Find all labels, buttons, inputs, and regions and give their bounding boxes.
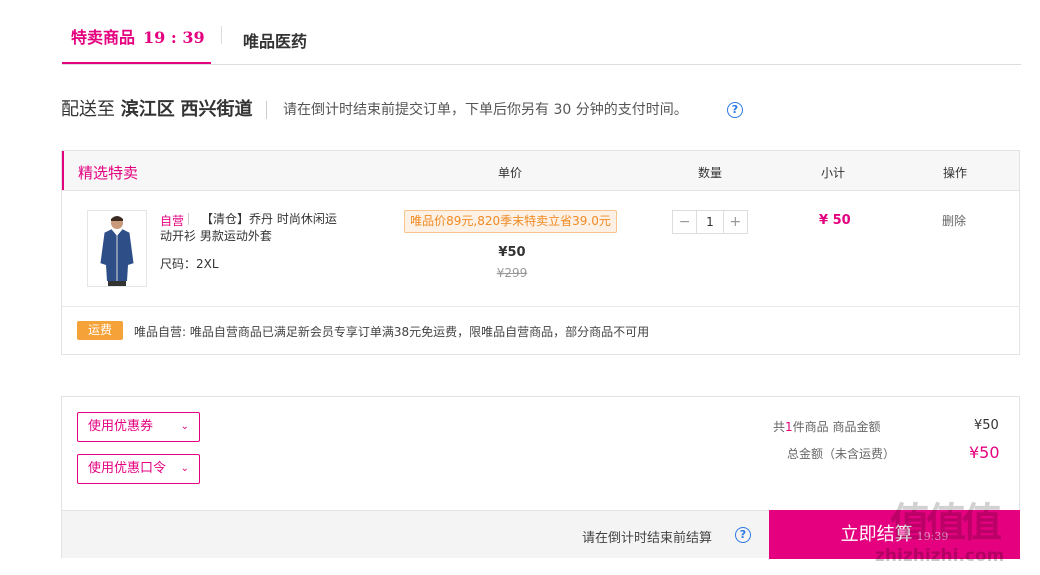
shipping-info: 唯品自营: 唯品自营商品已满足新会员专享订单满38元免运费，限唯品自营商品，部分… — [134, 325, 650, 339]
quantity-stepper: − 1 + — [672, 210, 748, 234]
item-count: 1 — [785, 420, 793, 434]
address-divider — [266, 101, 267, 119]
section-accent-bar — [62, 151, 64, 190]
quantity-minus-button[interactable]: − — [673, 211, 698, 233]
chevron-down-icon: ⌄ — [180, 421, 189, 432]
cart-table: 精选特卖 单价 数量 小计 操作 自营 【清仓】乔丹 时尚休闲运 动开衫 男款运… — [61, 150, 1020, 355]
goods-amount: ¥50 — [974, 418, 999, 433]
total-label: 总金额（未含运费） — [787, 447, 896, 461]
count-prefix: 共 — [773, 420, 786, 434]
col-unit-price: 单价 — [498, 166, 523, 180]
help-icon[interactable]: ? — [727, 102, 743, 118]
quantity-plus-button[interactable]: + — [722, 211, 747, 233]
item-subtotal: ¥ 50 — [819, 213, 851, 228]
unit-price: ¥50 — [498, 245, 526, 260]
help-icon[interactable]: ? — [735, 527, 751, 543]
coupon-dropdown-label: 使用优惠券 — [88, 419, 154, 434]
col-quantity: 数量 — [698, 166, 723, 180]
cart-header: 精选特卖 单价 数量 小计 操作 — [62, 151, 1019, 191]
order-deadline-tip: 请在倒计时结束前提交订单，下单后你另有 30 分钟的支付时间。 — [283, 102, 688, 118]
quantity-input[interactable]: 1 — [697, 211, 722, 233]
delivery-address: 配送至 滨江区 西兴街道 — [61, 98, 252, 122]
section-title: 精选特卖 — [78, 164, 139, 182]
total-amount: ¥50 — [969, 443, 1000, 462]
checkout-tip: 请在倒计时结束前结算 — [582, 531, 713, 546]
promo-code-dropdown[interactable]: 使用优惠口令 ⌄ — [77, 454, 200, 484]
order-summary: 使用优惠券 ⌄ 使用优惠口令 ⌄ 共1件商品 商品金额 ¥50 总金额（未含运费… — [61, 396, 1020, 559]
tab-underline — [62, 64, 1021, 65]
col-subtotal: 小计 — [821, 166, 846, 180]
address-prefix: 配送至 — [61, 99, 115, 120]
product-image — [88, 211, 146, 286]
cart-divider — [62, 306, 1019, 307]
product-name-line1[interactable]: 【清仓】乔丹 时尚休闲运 — [201, 211, 401, 227]
col-action: 操作 — [943, 166, 968, 180]
countdown-timer: 19 : 39 — [143, 28, 205, 47]
product-size: 尺码：2XL — [160, 257, 219, 271]
item-count-label: 共1件商品 商品金额 — [773, 418, 880, 435]
coupon-dropdown[interactable]: 使用优惠券 ⌄ — [77, 412, 200, 442]
count-suffix: 件商品 商品金额 — [792, 420, 881, 434]
shipping-badge: 运费 — [77, 321, 123, 340]
tab-flash-sale-label: 特卖商品 — [71, 28, 136, 47]
tab-pharmacy[interactable]: 唯品医药 — [243, 28, 307, 52]
tag-divider — [188, 213, 189, 225]
chevron-down-icon: ⌄ — [180, 463, 189, 474]
promo-code-dropdown-label: 使用优惠口令 — [88, 461, 167, 476]
address-district: 滨江区 — [120, 99, 175, 120]
product-thumbnail[interactable] — [87, 210, 147, 287]
address-street: 西兴街道 — [180, 99, 253, 120]
watermark-logo: 值值值 — [890, 500, 1002, 546]
promo-badge: 唯品价89元,820季末特卖立省39.0元 — [404, 210, 617, 233]
delete-button[interactable]: 删除 — [942, 212, 966, 229]
watermark-site: zhizhizhi.com — [875, 546, 1005, 566]
tab-divider — [221, 26, 222, 44]
tab-flash-sale[interactable]: 特卖商品 19 : 39 — [62, 27, 211, 65]
original-price: ¥299 — [496, 266, 528, 280]
product-name-line2[interactable]: 动开衫 男款运动外套 — [160, 227, 272, 244]
